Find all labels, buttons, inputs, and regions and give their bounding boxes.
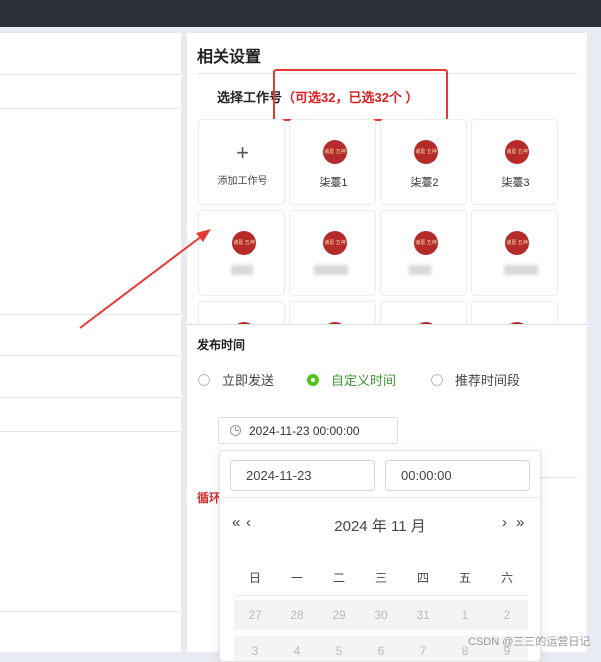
annotation-arrow (79, 229, 211, 329)
watermark: CSDN @三三的运营日记 (468, 636, 591, 648)
